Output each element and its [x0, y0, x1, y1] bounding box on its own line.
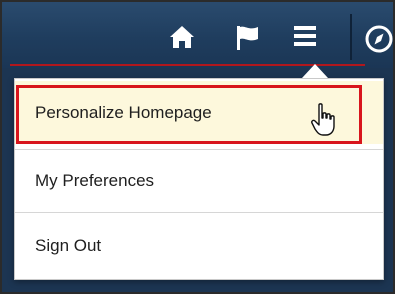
- header-divider: [350, 14, 352, 60]
- compass-icon[interactable]: [364, 24, 394, 54]
- hamburger-menu-icon[interactable]: [294, 26, 316, 46]
- menu-item-my-preferences[interactable]: My Preferences: [15, 149, 383, 212]
- flag-icon[interactable]: [234, 24, 262, 52]
- home-icon[interactable]: [168, 24, 196, 50]
- menu-item-label: Personalize Homepage: [35, 102, 212, 122]
- screenshot-frame: Personalize Homepage My Preferences Sign…: [0, 0, 395, 294]
- menu-item-label: My Preferences: [35, 171, 155, 190]
- app-header: [2, 2, 394, 68]
- dropdown-caret: [302, 64, 328, 78]
- menu-item-sign-out[interactable]: Sign Out: [15, 212, 383, 278]
- hand-pointer-cursor-icon: [311, 103, 335, 136]
- menu-item-label: Sign Out: [35, 235, 102, 255]
